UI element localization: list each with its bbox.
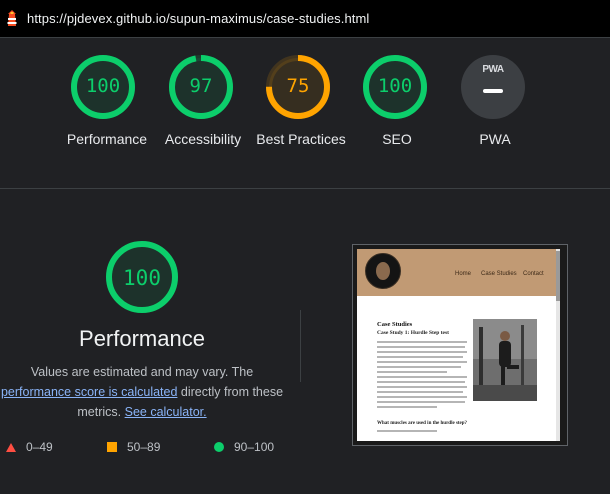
screenshot-nav-contact: Contact [523,271,544,277]
gauge-best-practices[interactable]: 75 [265,54,331,120]
screenshot-header: Home Case Studies Contact [357,249,560,296]
square-icon [107,442,117,452]
score-value: 100 [377,75,413,97]
final-screenshot-thumbnail[interactable]: Home Case Studies Contact Case Studies C… [352,244,568,446]
performance-gauge-large[interactable]: 100 [105,240,179,314]
legend-average: 50–89 [107,440,160,454]
screenshot-page: Home Case Studies Contact Case Studies C… [357,249,560,441]
gauge-seo[interactable]: 100 [362,54,428,120]
gauge-label: PWA [479,131,511,147]
legend-range: 0–49 [26,440,53,454]
page-url[interactable]: https://pjdevex.github.io/supun-maximus/… [27,11,369,26]
gauge-pwa[interactable]: PWA [460,54,526,120]
address-bar: https://pjdevex.github.io/supun-maximus/… [0,0,610,38]
score-value: 100 [123,266,161,290]
legend-range: 90–100 [234,440,275,454]
score-value: 100 [85,75,121,97]
lighthouse-icon [7,9,17,26]
screenshot-bullet [377,430,437,432]
score-value: 75 [286,75,310,97]
circle-icon [214,442,224,452]
gauge-accessibility[interactable]: 97 [168,54,234,120]
logo-image [365,253,401,289]
screenshot-scrollbar [556,249,560,441]
legend-pass: 90–100 [214,440,274,454]
pwa-label-icon: PWA [482,64,504,75]
screenshot-body-text [377,341,467,411]
screenshot-question: What muscles are used in the hurdle step… [377,421,468,426]
category-title: Performance [79,326,205,351]
screenshot-nav-home: Home [455,271,472,277]
gauge-label: Best Practices [256,131,346,147]
gym-photo [473,319,537,401]
gauge-label: Accessibility [164,131,242,147]
section-divider [0,188,610,189]
score-description: Values are estimated and may vary. The p… [0,362,284,422]
legend-range: 50–89 [127,440,161,454]
screenshot-subheading: Case Study 1: Hurdle Step test [377,330,449,336]
score-value: 97 [189,75,213,97]
score-calculated-link[interactable]: performance score is calculated [1,385,177,399]
gauge-performance[interactable]: 100 [70,54,136,120]
gauge-label: Performance [66,131,148,147]
vertical-divider [300,310,301,382]
screenshot-heading: Case Studies [377,321,413,328]
triangle-icon [6,442,16,452]
screenshot-nav-case-studies: Case Studies [481,271,517,277]
see-calculator-link[interactable]: See calculator. [125,405,207,419]
gauge-label: SEO [382,131,412,147]
description-text: Values are estimated and may vary. The [30,365,254,379]
legend-fail: 0–49 [6,440,53,454]
